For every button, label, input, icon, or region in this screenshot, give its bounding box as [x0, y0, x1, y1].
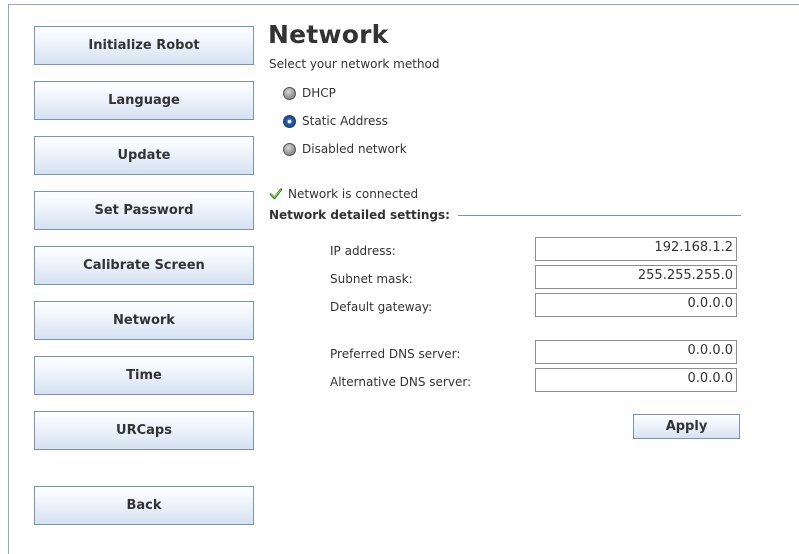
network-status-text: Network is connected [288, 187, 419, 201]
preferred-dns-field[interactable]: 0.0.0.0 [535, 340, 737, 364]
section-divider [457, 214, 741, 216]
alternative-dns-field[interactable]: 0.0.0.0 [535, 368, 737, 392]
radio-static-address-label: Static Address [302, 114, 388, 128]
default-gateway-field[interactable]: 0.0.0.0 [535, 293, 737, 317]
ip-address-label: IP address: [330, 244, 396, 258]
radio-static-address[interactable]: Static Address [283, 112, 388, 130]
radio-selected-icon[interactable] [283, 114, 296, 128]
network-status: Network is connected [269, 187, 418, 201]
sidebar-item-set-password[interactable]: Set Password [34, 191, 254, 230]
sidebar-item-initialize-robot[interactable]: Initialize Robot [34, 26, 254, 65]
preferred-dns-label: Preferred DNS server: [330, 347, 461, 361]
network-method-prompt: Select your network method [269, 57, 440, 71]
back-button[interactable]: Back [34, 486, 254, 525]
alternative-dns-label: Alternative DNS server: [330, 375, 472, 389]
settings-heading-label: Network detailed settings: [269, 208, 450, 222]
radio-disabled-network[interactable]: Disabled network [283, 140, 407, 158]
checkmark-icon [269, 188, 283, 200]
sidebar-item-urcaps[interactable]: URCaps [34, 411, 254, 450]
sidebar-item-network[interactable]: Network [34, 301, 254, 340]
radio-dhcp[interactable]: DHCP [283, 84, 336, 102]
sidebar-item-update[interactable]: Update [34, 136, 254, 175]
default-gateway-label: Default gateway: [330, 300, 433, 314]
sidebar-item-language[interactable]: Language [34, 81, 254, 120]
radio-disabled-network-label: Disabled network [302, 142, 407, 156]
ip-address-field[interactable]: 192.168.1.2 [535, 237, 737, 261]
sidebar-item-calibrate-screen[interactable]: Calibrate Screen [34, 246, 254, 285]
sidebar-item-time[interactable]: Time [34, 356, 254, 395]
radio-dhcp-label: DHCP [302, 86, 336, 100]
apply-button[interactable]: Apply [633, 414, 740, 439]
radio-unselected-icon[interactable] [283, 142, 296, 156]
page-title: Network [268, 20, 389, 49]
subnet-mask-field[interactable]: 255.255.255.0 [535, 265, 737, 289]
radio-unselected-icon[interactable] [283, 86, 296, 100]
subnet-mask-label: Subnet mask: [330, 272, 413, 286]
settings-section-heading: Network detailed settings: [269, 208, 741, 222]
